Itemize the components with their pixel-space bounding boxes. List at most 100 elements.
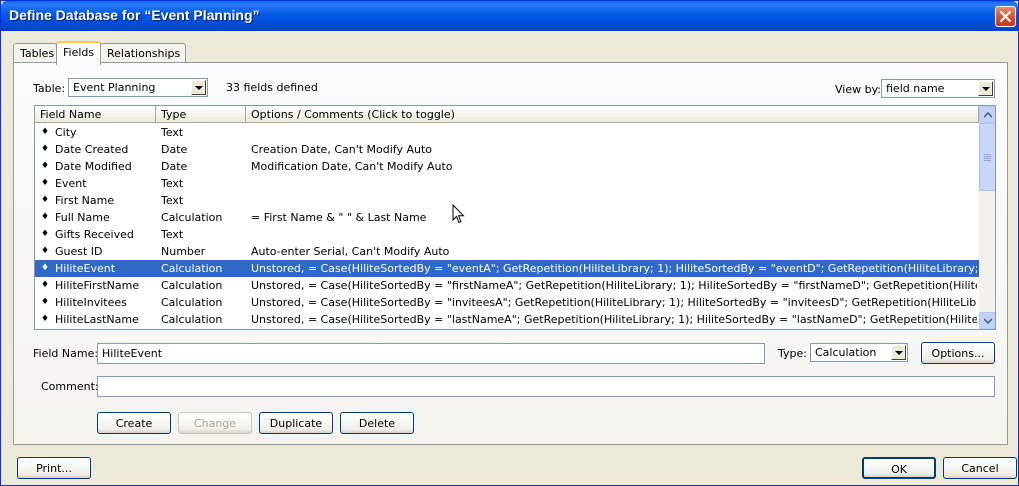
tab-tables[interactable]: Tables	[13, 43, 57, 63]
cancel-button-label: Cancel	[961, 462, 999, 475]
reorder-arrows-icon[interactable]: ♦	[41, 161, 51, 171]
column-header-label: Type	[161, 108, 187, 121]
define-database-dialog: Define Database for “Event Planning” Tab…	[0, 0, 1019, 486]
reorder-arrows-icon[interactable]: ♦	[41, 178, 51, 188]
table-row[interactable]: ♦ HiliteFirstName Calculation Unstored, = C…	[35, 277, 979, 294]
comment-input[interactable]	[97, 376, 995, 397]
field-type-cell: Text	[161, 126, 184, 139]
table-row[interactable]: ♦ City Text	[35, 124, 979, 141]
change-button-label: Change	[193, 417, 237, 430]
delete-button-label: Delete	[358, 417, 396, 430]
field-type-cell: Calculation	[161, 296, 223, 309]
field-type-cell: Calculation	[161, 262, 223, 275]
chevron-down-icon[interactable]	[191, 80, 206, 95]
grid-header: Field Name Type Options / Comments (Clic…	[35, 106, 979, 123]
ok-button-label: OK	[891, 463, 907, 476]
table-label: Table:	[33, 82, 66, 95]
scroll-down-button[interactable]	[979, 312, 995, 329]
reorder-arrows-icon[interactable]: ♦	[41, 297, 51, 307]
duplicate-button[interactable]: Duplicate	[259, 412, 333, 434]
field-type-cell: Text	[161, 194, 184, 207]
column-header-label: Field Name	[40, 108, 102, 121]
field-type-cell: Date	[161, 160, 188, 173]
column-header-field-name[interactable]: Field Name	[35, 106, 156, 123]
tab-tables-label: Tables	[20, 47, 55, 60]
field-name-cell: Date Modified	[55, 160, 132, 173]
table-row[interactable]: ♦ First Name Text	[35, 192, 979, 209]
field-type-cell: Calculation	[161, 211, 223, 224]
chevron-up-icon	[984, 112, 992, 118]
vertical-scrollbar[interactable]	[979, 106, 995, 329]
column-header-options[interactable]: Options / Comments (Click to toggle)	[246, 106, 979, 123]
field-name-input[interactable]: HiliteEvent	[97, 343, 765, 364]
view-by-label: View by:	[835, 83, 881, 96]
field-options-cell: Unstored, = Case(HiliteSortedBy = "first…	[251, 279, 977, 292]
change-button[interactable]: Change	[178, 412, 252, 434]
field-name-cell: Gifts Received	[55, 228, 134, 241]
reorder-arrows-icon[interactable]: ♦	[41, 144, 51, 154]
table-row[interactable]: ♦ HiliteEvent Calculation Unstored, = Case(…	[35, 260, 979, 277]
tab-relationships-label: Relationships	[107, 47, 181, 60]
delete-button[interactable]: Delete	[340, 412, 414, 434]
scroll-thumb[interactable]	[979, 123, 995, 191]
field-name-cell: Guest ID	[55, 245, 103, 258]
reorder-arrows-icon[interactable]: ♦	[41, 212, 51, 222]
field-name-cell: HiliteInvitees	[55, 296, 127, 309]
reorder-arrows-icon[interactable]: ♦	[41, 280, 51, 290]
table-select-value: Event Planning	[73, 81, 156, 94]
field-count-text: 33 fields defined	[226, 81, 318, 94]
column-header-label: Options / Comments (Click to toggle)	[251, 108, 455, 121]
table-row[interactable]: ♦ Guest ID Number Auto-enter Serial, Can't …	[35, 243, 979, 260]
print-button[interactable]: Print...	[17, 457, 91, 479]
reorder-arrows-icon[interactable]: ♦	[41, 314, 51, 324]
type-label: Type:	[778, 347, 807, 360]
options-button[interactable]: Options...	[921, 342, 995, 364]
table-row[interactable]: ♦ Event Text	[35, 175, 979, 192]
field-name-cell: Full Name	[55, 211, 110, 224]
ok-button[interactable]: OK	[862, 457, 936, 479]
reorder-arrows-icon[interactable]: ♦	[41, 127, 51, 137]
close-button[interactable]	[995, 6, 1016, 27]
field-type-cell: Date	[161, 143, 188, 156]
comment-label: Comment:	[41, 380, 99, 393]
field-name-cell: HiliteFirstName	[55, 279, 140, 292]
options-button-label: Options...	[931, 347, 985, 360]
reorder-arrows-icon[interactable]: ♦	[41, 263, 51, 273]
mouse-cursor-icon	[452, 204, 465, 224]
tab-relationships[interactable]: Relationships	[100, 43, 186, 63]
view-by-select[interactable]: field name	[881, 79, 995, 98]
reorder-arrows-icon[interactable]: ♦	[41, 246, 51, 256]
reorder-arrows-icon[interactable]: ♦	[41, 229, 51, 239]
tab-fields-label: Fields	[63, 46, 95, 59]
field-options-cell: Auto-enter Serial, Can't Modify Auto	[251, 245, 450, 258]
field-type-cell: Number	[161, 245, 206, 258]
fields-list[interactable]: Field Name Type Options / Comments (Clic…	[34, 105, 996, 330]
column-header-type[interactable]: Type	[156, 106, 246, 123]
field-options-cell: = First Name & " " & Last Name	[251, 211, 427, 224]
table-row[interactable]: ♦ Date Modified Date Modification Date, Can…	[35, 158, 979, 175]
create-button[interactable]: Create	[97, 412, 171, 434]
create-button-label: Create	[115, 417, 153, 430]
table-row[interactable]: ♦ Date Created Date Creation Date, Can't Mo…	[35, 141, 979, 158]
chevron-down-icon[interactable]	[891, 345, 906, 360]
table-row[interactable]: ♦ Full Name Calculation = First Name & " " …	[35, 209, 979, 226]
scroll-up-button[interactable]	[979, 106, 995, 123]
reorder-arrows-icon[interactable]: ♦	[41, 195, 51, 205]
field-options-cell: Unstored, = Case(HiliteSortedBy = "invit…	[251, 296, 977, 309]
field-name-cell: HiliteLastName	[55, 313, 139, 326]
field-options-cell: Unstored, = Case(HiliteSortedBy = "lastN…	[251, 313, 977, 326]
field-name-value: HiliteEvent	[102, 347, 163, 360]
chevron-down-icon[interactable]	[978, 81, 993, 96]
type-select[interactable]: Calculation	[810, 343, 908, 362]
table-select[interactable]: Event Planning	[68, 78, 208, 97]
cancel-button[interactable]: Cancel	[943, 457, 1017, 479]
table-row[interactable]: ♦ HiliteInvitees Calculation Unstored, = Ca…	[35, 294, 979, 311]
table-row[interactable]: ♦ Gifts Received Text	[35, 226, 979, 243]
field-name-label: Field Name:	[33, 347, 99, 360]
table-row[interactable]: ♦ HiliteLastName Calculation Unstored, = Ca…	[35, 311, 979, 328]
window-title: Define Database for “Event Planning”	[9, 7, 260, 23]
duplicate-button-label: Duplicate	[269, 417, 323, 430]
tab-fields[interactable]: Fields	[56, 41, 101, 65]
title-bar[interactable]: Define Database for “Event Planning”	[1, 1, 1018, 31]
type-select-value: Calculation	[815, 346, 877, 359]
